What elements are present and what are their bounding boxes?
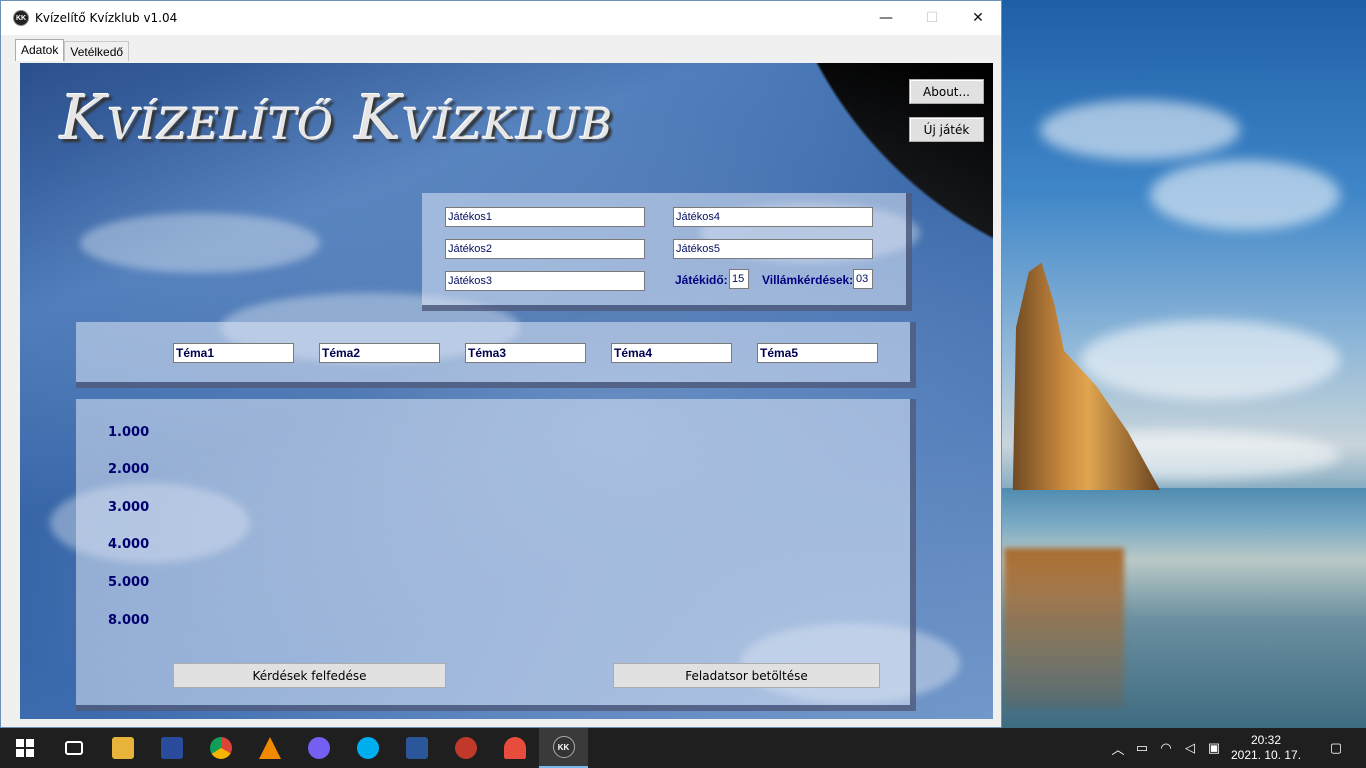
topic3-field[interactable]: Téma3 xyxy=(465,343,586,363)
clock[interactable]: 20:32 2021. 10. 17. xyxy=(1226,733,1306,763)
minimize-button[interactable]: — xyxy=(863,1,909,35)
value-label: 1.000 xyxy=(108,425,150,440)
game-time-field[interactable]: 15 xyxy=(729,269,749,289)
topic5-field[interactable]: Téma5 xyxy=(757,343,878,363)
lightning-questions-label: Villámkérdések: xyxy=(762,273,854,287)
topic4-field[interactable]: Téma4 xyxy=(611,343,732,363)
taskbar-save-app[interactable] xyxy=(147,728,196,768)
close-button[interactable]: ✕ xyxy=(955,1,1001,35)
value-label: 4.000 xyxy=(108,537,150,552)
reveal-questions-button[interactable]: Kérdések felfedése xyxy=(173,663,446,688)
floppy-icon xyxy=(160,737,183,759)
notification-app-icon[interactable]: ▣ xyxy=(1202,740,1226,756)
taskbar-game-app[interactable] xyxy=(441,728,490,768)
quiz-app-icon: KK xyxy=(552,736,575,758)
taskbar: KK ︿ ▭ ◠ ◁ ▣ 20:32 2021. 10. 17. ▢ xyxy=(0,728,1366,768)
topic2-field[interactable]: Téma2 xyxy=(319,343,440,363)
chrome-icon xyxy=(209,737,232,759)
app-window: KK Kvízelítő Kvízklub v1.04 — ☐ ✕ Adatok… xyxy=(0,0,1002,728)
taskbar-file-explorer[interactable] xyxy=(98,728,147,768)
vlc-cone-icon xyxy=(258,737,281,759)
task-view-button[interactable] xyxy=(49,728,98,768)
game-icon xyxy=(454,737,477,759)
value-label: 3.000 xyxy=(108,500,150,515)
app-icon: KK xyxy=(13,10,29,26)
tab-vetelkedo[interactable]: Vetélkedő xyxy=(64,41,130,61)
taskbar-chrome[interactable] xyxy=(196,728,245,768)
title-bar[interactable]: KK Kvízelítő Kvízklub v1.04 — ☐ ✕ xyxy=(1,1,1001,35)
window-controls: — ☐ ✕ xyxy=(863,1,1001,35)
word-icon xyxy=(405,737,428,759)
task-view-icon xyxy=(64,741,83,755)
taskbar-vlc[interactable] xyxy=(245,728,294,768)
tab-strip: Adatok Vetélkedő xyxy=(15,39,130,61)
window-title: Kvízelítő Kvízklub v1.04 xyxy=(35,11,178,25)
player2-field[interactable]: Játékos2 xyxy=(445,239,645,259)
clock-date: 2021. 10. 17. xyxy=(1230,748,1302,762)
about-button[interactable]: About... xyxy=(909,79,984,104)
new-game-button[interactable]: Új játék xyxy=(909,117,984,142)
viber-icon xyxy=(307,737,330,759)
maximize-button: ☐ xyxy=(925,10,939,26)
taskbar-viber[interactable] xyxy=(294,728,343,768)
desktop-cloud xyxy=(1150,160,1340,230)
system-tray: ︿ ▭ ◠ ◁ ▣ 20:32 2021. 10. 17. ▢ xyxy=(1106,728,1366,768)
chevron-up-icon[interactable]: ︿ xyxy=(1106,739,1130,758)
player1-field[interactable]: Játékos1 xyxy=(445,207,645,227)
value-label: 8.000 xyxy=(108,613,150,628)
clock-time: 20:32 xyxy=(1250,733,1282,747)
app-logo: Kvízelítő Kvízklub xyxy=(60,81,614,154)
wifi-icon[interactable]: ◠ xyxy=(1154,740,1178,756)
skype-icon xyxy=(356,737,379,759)
start-button[interactable] xyxy=(0,728,49,768)
player4-field[interactable]: Játékos4 xyxy=(673,207,873,227)
action-center-icon[interactable]: ▢ xyxy=(1306,740,1366,756)
paint-icon xyxy=(503,737,526,759)
desktop-reflection xyxy=(1004,548,1124,708)
value-label: 2.000 xyxy=(108,462,150,477)
value-label: 5.000 xyxy=(108,575,150,590)
battery-icon[interactable]: ▭ xyxy=(1130,740,1154,756)
lightning-questions-field[interactable]: 03 xyxy=(853,269,873,289)
desktop-cloud xyxy=(1080,320,1340,400)
taskbar-skype[interactable] xyxy=(343,728,392,768)
game-time-label: Játékidő: xyxy=(675,273,728,287)
taskbar-word[interactable] xyxy=(392,728,441,768)
load-tasks-button[interactable]: Feladatsor betöltése xyxy=(613,663,880,688)
windows-icon xyxy=(15,739,34,757)
folder-icon xyxy=(111,737,134,759)
tab-adatok[interactable]: Adatok xyxy=(15,39,65,61)
player3-field[interactable]: Játékos3 xyxy=(445,271,645,291)
player5-field[interactable]: Játékos5 xyxy=(673,239,873,259)
desktop-cloud xyxy=(1040,100,1240,160)
main-panel: Kvízelítő Kvízklub About... Új játék Ját… xyxy=(20,63,993,719)
earth-cloud xyxy=(80,213,320,273)
taskbar-paint-app[interactable] xyxy=(490,728,539,768)
taskbar-quiz-app[interactable]: KK xyxy=(539,728,588,768)
topic1-field[interactable]: Téma1 xyxy=(173,343,294,363)
volume-icon[interactable]: ◁ xyxy=(1178,740,1202,756)
